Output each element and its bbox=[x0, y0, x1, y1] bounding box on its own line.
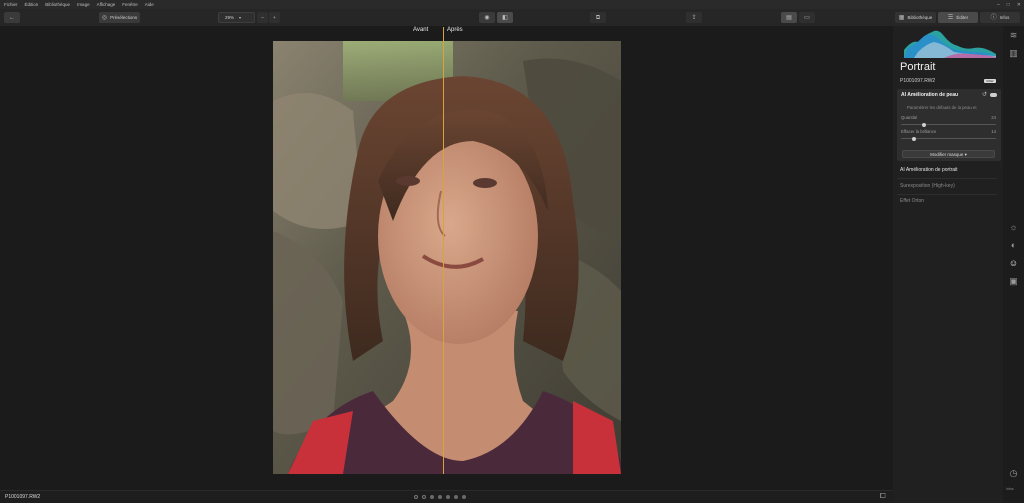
tab-edit-label: Éditer bbox=[956, 15, 969, 20]
compare-divider-handle[interactable] bbox=[443, 27, 444, 474]
eye-icon: ◉ bbox=[484, 14, 490, 21]
split-view-icon: ◧ bbox=[502, 14, 508, 21]
crop-button[interactable]: ⧉ bbox=[590, 12, 606, 23]
panel-title: Portrait bbox=[900, 61, 936, 73]
menu-window[interactable]: Fenêtre bbox=[122, 0, 138, 9]
slider-shine-value[interactable]: 14 bbox=[991, 129, 996, 134]
tab-info[interactable]: ⓘ Infos bbox=[980, 12, 1020, 23]
zoom-out-button[interactable]: – bbox=[257, 12, 268, 23]
skin-enhancement-card: AI Amélioration de peau ↺ Paramétrer les… bbox=[897, 89, 1001, 161]
menu-help[interactable]: Aide bbox=[145, 0, 154, 9]
tool-icon-strip: ≋ ▥ ☼ ◐ ☺ ▣ ◷ Infos bbox=[1003, 26, 1024, 503]
chevron-down-icon: ▾ bbox=[964, 152, 967, 157]
rating-dots bbox=[414, 495, 466, 499]
filmstrip-icon: ▤ bbox=[786, 14, 792, 21]
rating-dot[interactable] bbox=[462, 495, 466, 499]
minus-icon: – bbox=[261, 15, 264, 20]
reset-icon[interactable]: ↺ bbox=[982, 91, 987, 98]
single-view-button[interactable]: ▭ bbox=[799, 12, 815, 23]
slider-shine-label: Effacer la brillance bbox=[901, 129, 937, 134]
section-high-key[interactable]: Surexposition (High-key) bbox=[900, 183, 955, 189]
arrow-left-icon: ← bbox=[9, 14, 15, 21]
presets-label: Présélections bbox=[110, 15, 138, 20]
menu-bar: Fichier Édition Bibliothèque Image Affic… bbox=[0, 0, 1024, 9]
divider bbox=[897, 194, 997, 195]
layers-icon[interactable]: ≋ bbox=[1008, 30, 1019, 41]
export-icon: ⇪ bbox=[691, 14, 697, 21]
slider-amount-label: Quantité bbox=[901, 115, 918, 120]
export-button[interactable]: ⇪ bbox=[686, 12, 702, 23]
divider bbox=[897, 178, 997, 179]
maximize-icon[interactable]: □ bbox=[1007, 2, 1010, 8]
sliders-icon: ☰ bbox=[947, 14, 954, 21]
menu-file[interactable]: Fichier bbox=[4, 0, 18, 9]
portrait-face-icon[interactable]: ☺ bbox=[1008, 258, 1019, 269]
flag-icon[interactable] bbox=[422, 495, 426, 499]
view-eye-button[interactable]: ◉ bbox=[479, 12, 495, 23]
minimize-icon[interactable]: – bbox=[997, 2, 1000, 8]
presets-button[interactable]: ◎ Présélections bbox=[99, 12, 140, 23]
before-label: Avant bbox=[413, 27, 429, 33]
reject-icon[interactable] bbox=[414, 495, 418, 499]
menu-view[interactable]: Affichage bbox=[97, 0, 116, 9]
after-label: Après bbox=[447, 27, 463, 33]
menu-edit[interactable]: Édition bbox=[25, 0, 39, 9]
bottom-bar: P1001097.RW2 ⧠ bbox=[0, 490, 893, 503]
frame-icon[interactable]: ▣ bbox=[1008, 276, 1019, 287]
raw-badge: RAW bbox=[984, 79, 996, 83]
info-label: Infos bbox=[1006, 487, 1014, 491]
portrait-photo-illustration bbox=[273, 41, 621, 474]
color-palette-icon[interactable]: ◐ bbox=[1008, 240, 1019, 251]
rating-dot[interactable] bbox=[454, 495, 458, 499]
clipboard-icon[interactable]: ⧠ bbox=[880, 493, 886, 501]
section-portrait-enhancement[interactable]: AI Amélioration de portrait bbox=[900, 167, 958, 173]
portrait-photo[interactable] bbox=[273, 41, 621, 474]
slider-amount-thumb[interactable] bbox=[921, 122, 926, 127]
toolbar: ← ◎ Présélections 29% ▾ – + ◉ ◧ ⧉ ⇪ ▤ ▭ … bbox=[0, 9, 1024, 26]
slider-amount-value[interactable]: 24 bbox=[991, 115, 996, 120]
zoom-select[interactable]: 29% ▾ bbox=[218, 12, 255, 23]
slider-amount-track[interactable] bbox=[901, 122, 996, 127]
chevron-down-icon: ▾ bbox=[239, 14, 242, 20]
rating-dot[interactable] bbox=[438, 495, 442, 499]
slider-shine-track[interactable] bbox=[901, 136, 996, 141]
history-icon[interactable]: ◷ bbox=[1008, 468, 1019, 479]
rating-dot[interactable] bbox=[446, 495, 450, 499]
menu-image[interactable]: Image bbox=[77, 0, 90, 9]
edit-mask-button[interactable]: Modifier masque ▾ bbox=[902, 150, 995, 158]
panel-filename: P1001097.RW2 bbox=[900, 78, 936, 84]
tab-edit[interactable]: ☰ Éditer bbox=[938, 12, 978, 23]
rating-dot[interactable] bbox=[430, 495, 434, 499]
section-orton-effect[interactable]: Effet Orton bbox=[900, 198, 924, 204]
info-icon: ⓘ bbox=[990, 14, 997, 21]
zoom-value: 29% bbox=[225, 15, 235, 20]
compare-panels-icon[interactable]: ▥ bbox=[1008, 48, 1019, 59]
single-frame-icon: ▭ bbox=[804, 14, 810, 21]
presets-icon: ◎ bbox=[101, 14, 108, 21]
back-button[interactable]: ← bbox=[4, 12, 20, 23]
light-icon[interactable]: ☼ bbox=[1008, 222, 1019, 233]
tab-library-label: Bibliothèque bbox=[907, 15, 933, 20]
enable-toggle[interactable] bbox=[990, 93, 997, 97]
zoom-in-button[interactable]: + bbox=[269, 12, 280, 23]
close-icon[interactable]: ✕ bbox=[1017, 2, 1021, 8]
menu-library[interactable]: Bibliothèque bbox=[45, 0, 70, 9]
edit-mask-label: Modifier masque bbox=[930, 152, 964, 157]
histogram bbox=[904, 30, 996, 58]
skin-card-description: Paramétrer les défauts de la peau et bbox=[907, 105, 977, 110]
window-controls: – □ ✕ bbox=[997, 0, 1021, 9]
tab-info-label: Infos bbox=[999, 15, 1010, 20]
slider-shine-thumb[interactable] bbox=[912, 136, 917, 141]
compare-split-button[interactable]: ◧ bbox=[497, 12, 513, 23]
library-icon: ▦ bbox=[898, 14, 905, 21]
grid-view-button[interactable]: ▤ bbox=[781, 12, 797, 23]
tab-library[interactable]: ▦ Bibliothèque bbox=[895, 12, 936, 23]
plus-icon: + bbox=[273, 15, 276, 20]
crop-icon: ⧉ bbox=[595, 14, 601, 21]
skin-card-title[interactable]: AI Amélioration de peau bbox=[901, 92, 958, 98]
current-filename: P1001097.RW2 bbox=[5, 494, 41, 500]
